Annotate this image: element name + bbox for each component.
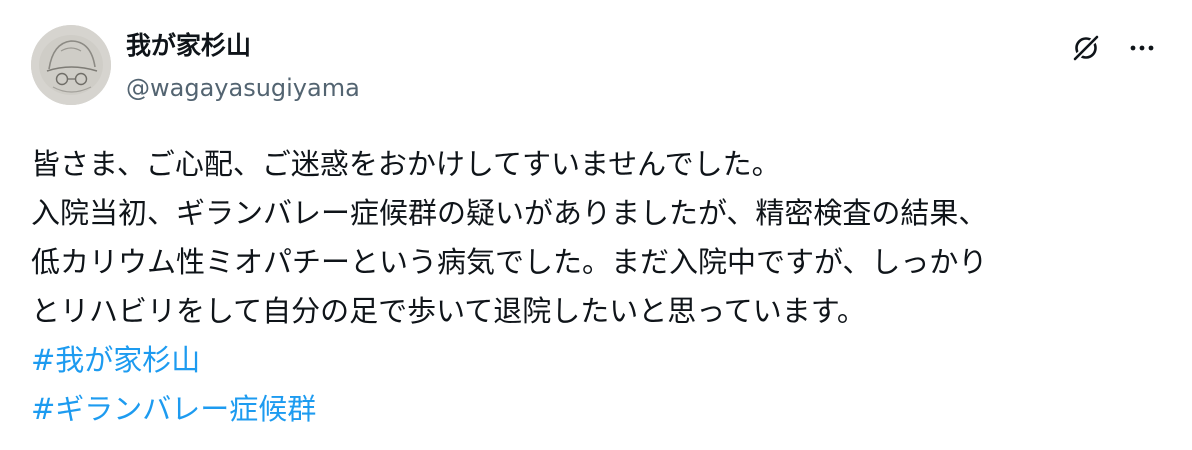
post-card: 我が家杉山 @wagayasugiyama 皆さま、ご心配、ご迷惑をおかけしてす…	[0, 0, 1192, 450]
author-info[interactable]: 我が家杉山 @wagayasugiyama	[126, 28, 360, 106]
more-icon	[1130, 45, 1154, 51]
grok-button[interactable]	[1066, 28, 1106, 68]
avatar[interactable]	[31, 25, 111, 105]
grok-icon	[1072, 34, 1100, 62]
author-handle[interactable]: @wagayasugiyama	[126, 70, 360, 106]
post-text-line: 皆さま、ご心配、ご迷惑をおかけしてすいませんでした。	[31, 147, 781, 181]
hashtag-link[interactable]: #我が家杉山	[31, 336, 1171, 385]
post-text-line: とリハビリをして自分の足で歩いて退院したいと思っています。	[31, 294, 866, 328]
author-display-name[interactable]: 我が家杉山	[126, 28, 360, 64]
post-text-line: 入院当初、ギランバレー症候群の疑いがありましたが、精密検査の結果、	[31, 196, 988, 230]
avatar-image	[31, 25, 111, 105]
more-options-button[interactable]	[1122, 28, 1162, 68]
post-text-line: 低カリウム性ミオパチーという病気でした。まだ入院中ですが、しっかり	[31, 245, 988, 279]
hashtag-link[interactable]: #ギランバレー症候群	[31, 385, 1171, 434]
post-body: 皆さま、ご心配、ご迷惑をおかけしてすいませんでした。 入院当初、ギランバレー症候…	[31, 140, 1171, 434]
